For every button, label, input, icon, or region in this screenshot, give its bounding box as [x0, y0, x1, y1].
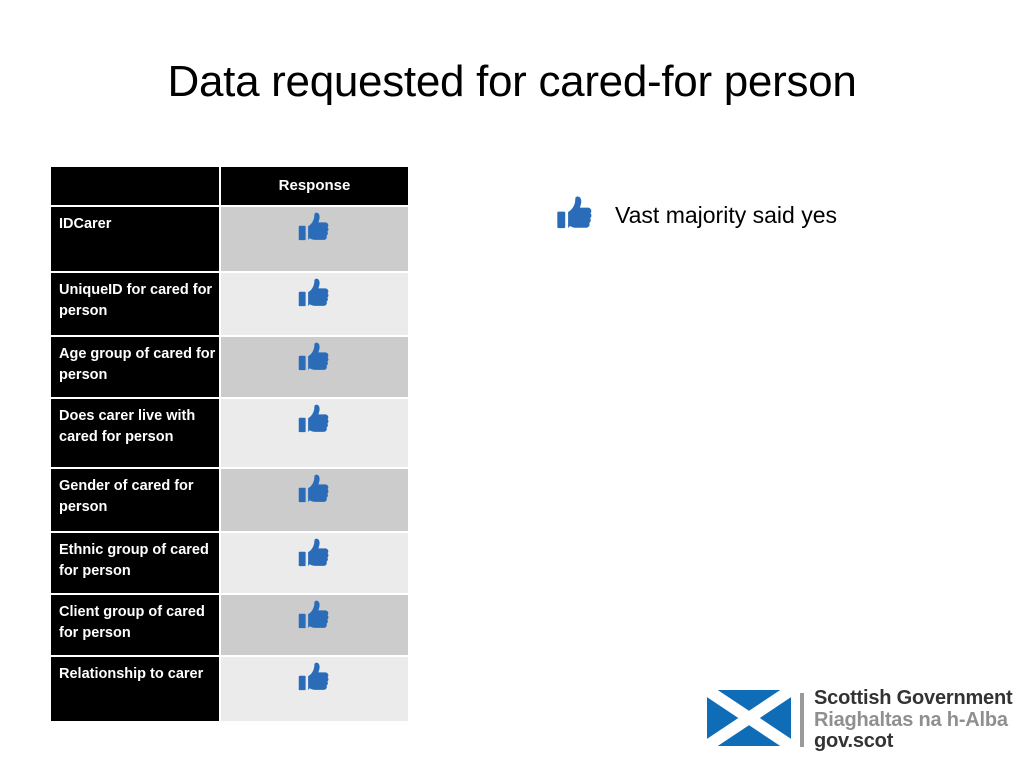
- response-cell: [221, 533, 408, 595]
- row-label-cell: Age group of cared for person: [51, 337, 221, 399]
- table-header-row: Response: [51, 167, 408, 207]
- table-row: Gender of cared for person: [51, 469, 408, 533]
- thumbs-up-icon: [221, 595, 408, 635]
- page-title: Data requested for cared-for person: [167, 57, 857, 106]
- field-column-header: [51, 167, 221, 207]
- thumbs-up-icon: [221, 469, 408, 509]
- row-label: Ethnic group of cared for person: [59, 542, 209, 579]
- table-row: Does carer live with cared for person: [51, 399, 408, 469]
- table-row: Client group of cared for person: [51, 595, 408, 657]
- thumbs-up-icon: [221, 533, 408, 573]
- logo-wordmark: Scottish Government Riaghaltas na h-Alba…: [814, 687, 1013, 753]
- annotation-callout: Vast majority said yes: [553, 190, 837, 241]
- row-label: Gender of cared for person: [59, 478, 194, 515]
- row-label-cell: Ethnic group of cared for person: [51, 533, 221, 595]
- row-label-cell: Client group of cared for person: [51, 595, 221, 657]
- logo-line-scottish-government: Scottish Government: [814, 687, 1013, 709]
- table-row: UniqueID for cared for person: [51, 273, 408, 337]
- annotation-label: Vast majority said yes: [615, 202, 837, 228]
- thumbs-up-icon: [221, 273, 408, 313]
- row-label: Age group of cared for person: [59, 346, 216, 383]
- table-row: IDCarer: [51, 207, 408, 273]
- data-requested-table: Response IDCarer UniqueID for cared for p…: [51, 167, 408, 723]
- logo-divider: [800, 693, 804, 748]
- row-label-cell: UniqueID for cared for person: [51, 273, 221, 337]
- response-cell: [221, 399, 408, 469]
- response-cell: [221, 207, 408, 273]
- response-cell: [221, 595, 408, 657]
- response-column-header: Response: [221, 167, 408, 207]
- thumbs-up-icon: [553, 190, 599, 241]
- row-label: Client group of cared for person: [59, 604, 205, 641]
- table-row: Relationship to carer: [51, 657, 408, 723]
- logo-line-gov-scot: gov.scot: [814, 730, 894, 753]
- response-cell: [221, 273, 408, 337]
- row-label-cell: Gender of cared for person: [51, 469, 221, 533]
- saltire-flag-icon: [703, 684, 795, 752]
- scottish-government-logo: Scottish Government Riaghaltas na h-Alba…: [703, 684, 1013, 753]
- thumbs-up-icon: [221, 337, 408, 377]
- row-label-cell: Does carer live with cared for person: [51, 399, 221, 469]
- thumbs-up-icon: [221, 657, 408, 697]
- row-label: Relationship to carer: [59, 666, 204, 682]
- row-label: IDCarer: [59, 216, 112, 232]
- table-body: IDCarer UniqueID for cared for person Age …: [51, 207, 408, 723]
- row-label-cell: IDCarer: [51, 207, 221, 273]
- response-cell: [221, 657, 408, 723]
- row-label: UniqueID for cared for person: [59, 282, 213, 319]
- thumbs-up-icon: [221, 207, 408, 247]
- response-column-header-label: Response: [278, 177, 351, 194]
- row-label-cell: Relationship to carer: [51, 657, 221, 723]
- thumbs-up-icon: [221, 399, 408, 439]
- logo-line-riaghaltas-na-h-alba: Riaghaltas na h-Alba: [814, 708, 1008, 731]
- response-cell: [221, 337, 408, 399]
- table-row: Ethnic group of cared for person: [51, 533, 408, 595]
- table-row: Age group of cared for person: [51, 337, 408, 399]
- row-label: Does carer live with cared for person: [59, 408, 196, 445]
- response-cell: [221, 469, 408, 533]
